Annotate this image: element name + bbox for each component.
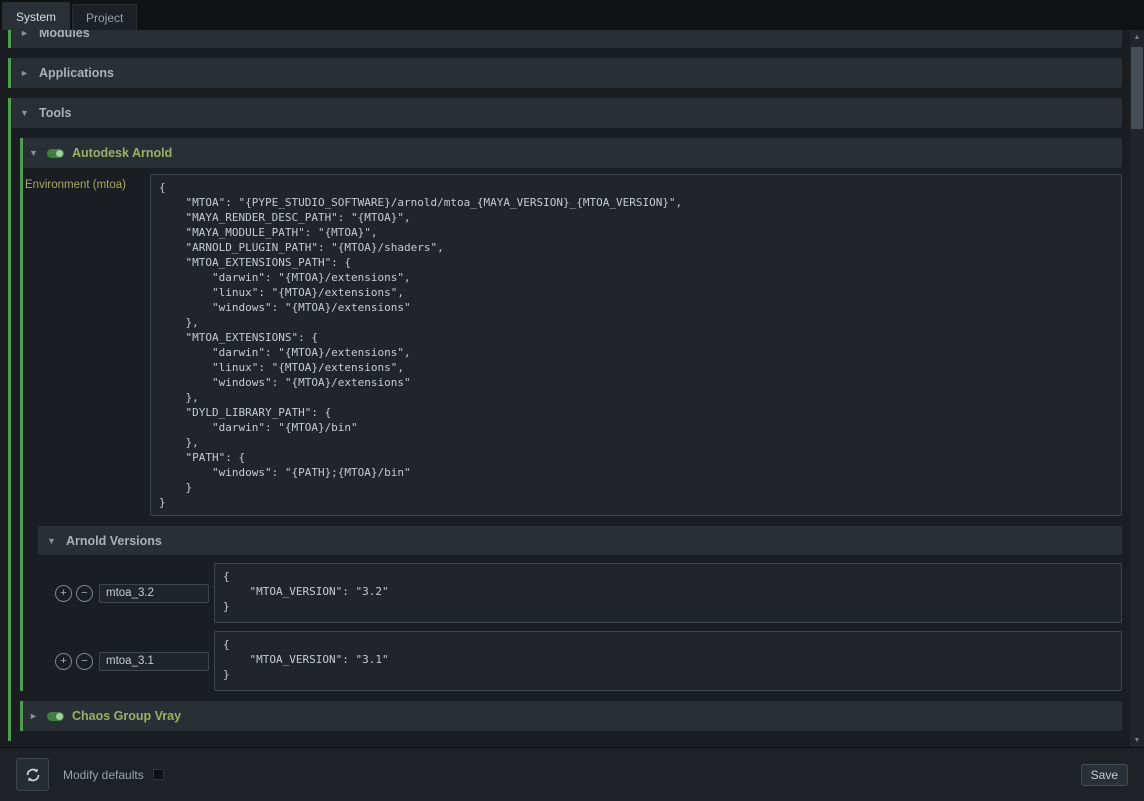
section-header-modules[interactable]: ► Modules xyxy=(11,30,1122,48)
chevron-right-icon: ► xyxy=(29,711,39,721)
group-header-autodesk-arnold[interactable]: ▼ Autodesk Arnold xyxy=(23,138,1122,168)
add-version-button[interactable]: + xyxy=(55,585,72,602)
chevron-down-icon: ▼ xyxy=(29,148,39,158)
section-header-tools[interactable]: ▼ Tools xyxy=(11,98,1122,128)
group-header-chaos-group-vray[interactable]: ► Chaos Group Vray xyxy=(23,701,1122,731)
version-value-editor[interactable]: { "MTOA_VERSION": "3.2" } xyxy=(214,563,1122,623)
group-title-chaos-group-vray: Chaos Group Vray xyxy=(72,709,181,723)
tab-system[interactable]: System xyxy=(2,2,70,30)
footer-bar: Modify defaults Save xyxy=(0,747,1144,801)
environment-mtoa-editor[interactable]: { "MTOA": "{PYPE_STUDIO_SOFTWARE}/arnold… xyxy=(150,174,1122,516)
section-header-applications[interactable]: ► Applications xyxy=(11,58,1122,88)
modify-defaults-checkbox[interactable] xyxy=(153,769,164,780)
tab-project[interactable]: Project xyxy=(72,4,137,30)
version-row: + − { "MTOA_VERSION": "3.1" } xyxy=(38,631,1122,691)
version-value-editor[interactable]: { "MTOA_VERSION": "3.1" } xyxy=(214,631,1122,691)
save-button[interactable]: Save xyxy=(1081,764,1128,786)
version-name-input[interactable] xyxy=(99,584,209,603)
refresh-button[interactable] xyxy=(16,758,49,791)
tab-bar: System Project xyxy=(0,0,1144,30)
section-modules: ► Modules xyxy=(8,30,1122,48)
section-title-applications: Applications xyxy=(39,66,114,80)
environment-row: Environment (mtoa) { "MTOA": "{PYPE_STUD… xyxy=(23,174,1122,516)
chevron-down-icon: ▼ xyxy=(20,108,30,118)
toggle-on-icon[interactable] xyxy=(47,149,64,158)
environment-mtoa-label: Environment (mtoa) xyxy=(25,174,150,191)
chevron-right-icon: ► xyxy=(20,68,30,78)
remove-version-button[interactable]: − xyxy=(76,585,93,602)
group-autodesk-arnold: ▼ Autodesk Arnold Environment (mtoa) { "… xyxy=(20,138,1122,691)
section-tools: ▼ Tools ▼ Autodesk Arnold Environment (m… xyxy=(8,98,1122,741)
arnold-versions-title: Arnold Versions xyxy=(66,534,162,548)
group-title-autodesk-arnold: Autodesk Arnold xyxy=(72,146,172,160)
scroll-up-icon[interactable]: ▲ xyxy=(1130,30,1144,44)
vertical-scrollbar[interactable]: ▲ ▼ xyxy=(1130,30,1144,747)
arnold-versions-header[interactable]: ▼ Arnold Versions xyxy=(38,526,1122,555)
refresh-icon xyxy=(24,766,42,784)
tools-section-body: ▼ Autodesk Arnold Environment (mtoa) { "… xyxy=(11,138,1122,741)
section-applications: ► Applications xyxy=(8,58,1122,88)
chevron-down-icon: ▼ xyxy=(47,536,57,546)
remove-version-button[interactable]: − xyxy=(76,653,93,670)
chevron-right-icon: ► xyxy=(20,30,30,38)
section-title-modules: Modules xyxy=(39,30,90,40)
version-name-input[interactable] xyxy=(99,652,209,671)
modify-defaults-label: Modify defaults xyxy=(63,768,144,782)
settings-scroll-area: ► Modules ► Applications ▼ Tools ▼ Autod… xyxy=(0,30,1144,747)
toggle-on-icon[interactable] xyxy=(47,712,64,721)
group-chaos-group-vray: ► Chaos Group Vray xyxy=(20,701,1122,731)
section-title-tools: Tools xyxy=(39,106,71,120)
scroll-down-icon[interactable]: ▼ xyxy=(1130,733,1144,747)
version-row: + − { "MTOA_VERSION": "3.2" } xyxy=(38,563,1122,623)
add-version-button[interactable]: + xyxy=(55,653,72,670)
scrollbar-thumb[interactable] xyxy=(1131,47,1143,129)
